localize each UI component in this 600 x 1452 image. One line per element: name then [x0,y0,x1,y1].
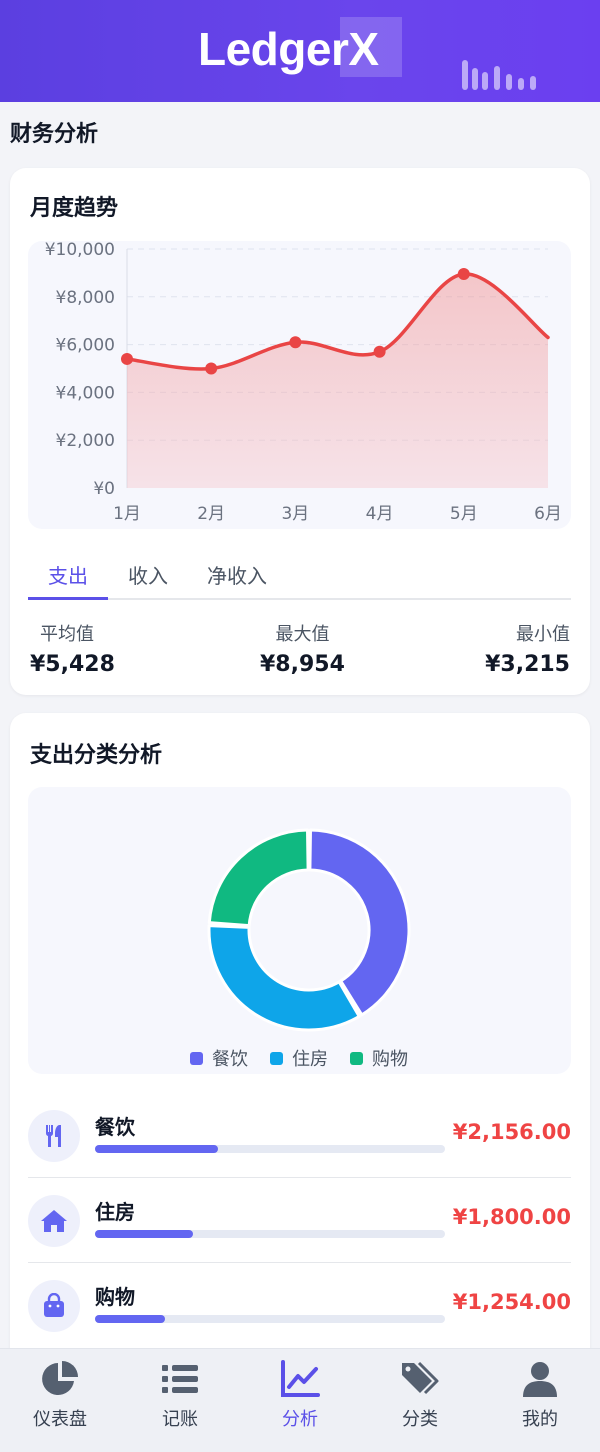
legend-label: 餐饮 [212,1049,248,1070]
category-progress-fill [95,1145,218,1153]
home-icon [28,1195,80,1247]
list-icon [162,1365,198,1393]
x-tick-label: 6月 [534,504,562,524]
nav-item-categories[interactable]: 分类 [360,1349,480,1452]
legend-item-shopping: 购物 [350,1045,408,1071]
category-row-shopping[interactable]: 购物 ¥1,254.00 [28,1263,571,1348]
y-tick-label: ¥2,000 [56,431,115,451]
legend-swatch [350,1051,363,1065]
line-chart-icon [281,1360,320,1397]
stat-min-value: ¥3,215 [485,652,570,677]
donut-slice-housing [207,924,361,1032]
y-tick-label: ¥8,000 [56,288,115,308]
trend-title: 月度趋势 [30,196,119,221]
stat-average: 平均值 ¥5,428 [30,620,115,677]
category-donut-chart: 餐饮 住房 购物 [28,787,571,1074]
shopping-bag-icon [28,1280,80,1332]
pie-chart-icon [42,1361,78,1395]
y-tick-label: ¥0 [93,479,115,499]
legend-label: 购物 [372,1049,408,1070]
nav-label: 记账 [162,1409,198,1430]
donut-slice-shopping [207,828,310,928]
app-logo: LedgerX [198,23,379,75]
nav-label: 分类 [402,1409,438,1430]
nav-item-profile[interactable]: 我的 [480,1349,600,1452]
donut-legend: 餐饮 住房 购物 [28,1045,571,1071]
trend-chart-svg: ¥0 ¥2,000 ¥4,000 ¥6,000 ¥8,000 ¥10,000 1月 2月 3月 4… [45,241,562,524]
x-tick-label: 5月 [450,504,478,524]
y-tick-label: ¥4,000 [56,383,115,403]
x-tick-label: 1月 [113,504,141,524]
stat-max-label: 最大值 [275,624,330,645]
logo-bars-icon [460,56,540,90]
trend-point [121,352,133,365]
tags-icon [402,1361,439,1395]
category-name: 购物 [95,1285,135,1309]
category-analysis-card: 支出分类分析 餐饮 住房 购物 餐饮 ¥2,156.00 住房 ¥1,800.0… [10,713,590,1393]
nav-item-analysis[interactable]: 分析 [240,1349,360,1452]
trend-point [457,267,470,280]
stat-max-value: ¥8,954 [260,652,345,677]
category-name: 住房 [95,1200,135,1224]
legend-swatch [190,1051,203,1065]
nav-item-records[interactable]: 记账 [120,1349,240,1452]
user-icon [523,1362,557,1397]
tab-net-income[interactable]: 净收入 [207,560,267,589]
nav-label: 仪表盘 [33,1409,87,1430]
category-progress-track [95,1145,445,1153]
category-progress-fill [95,1230,193,1238]
x-tick-label: 2月 [197,504,225,524]
stat-average-value: ¥5,428 [30,652,115,677]
category-name: 餐饮 [95,1115,135,1139]
category-amount: ¥2,156.00 [452,1120,571,1144]
category-progress-track [95,1315,445,1323]
stat-average-label: 平均值 [40,624,94,645]
trend-chart: ¥0 ¥2,000 ¥4,000 ¥6,000 ¥8,000 ¥10,000 1月 2月 3月 4… [28,241,571,529]
legend-label: 住房 [292,1049,328,1070]
x-tick-label: 4月 [366,504,394,524]
category-title: 支出分类分析 [30,743,163,768]
category-amount: ¥1,800.00 [452,1205,571,1229]
y-tick-label: ¥10,000 [45,241,115,260]
trend-point [205,362,218,375]
tab-income[interactable]: 收入 [128,560,168,589]
stat-max: 最大值 ¥8,954 [260,620,345,677]
tab-expense[interactable]: 支出 [48,560,88,589]
trend-point [289,336,302,349]
category-progress-fill [95,1315,165,1323]
nav-label: 分析 [282,1409,318,1430]
trend-area-fill [127,273,548,488]
stat-min: 最小值 ¥3,215 [485,620,570,677]
app-header: LedgerX [0,0,600,102]
active-tab-indicator [28,597,108,600]
utensils-icon [28,1110,80,1162]
page-title: 财务分析 [10,122,99,147]
legend-item-housing: 住房 [270,1045,328,1071]
category-amount: ¥1,254.00 [452,1290,571,1314]
stat-min-label: 最小值 [516,624,570,645]
nav-label: 我的 [522,1409,558,1430]
category-progress-track [95,1230,445,1238]
legend-item-food: 餐饮 [190,1045,248,1071]
trend-point [373,345,386,358]
category-row-housing[interactable]: 住房 ¥1,800.00 [28,1178,571,1263]
trend-tabs: 支出 收入 净收入 [28,556,571,600]
y-tick-label: ¥6,000 [56,336,115,356]
x-tick-label: 3月 [281,504,309,524]
nav-item-dashboard[interactable]: 仪表盘 [0,1349,120,1452]
monthly-trend-card: 月度趋势 ¥0 ¥2,000 ¥4,000 ¥6,000 ¥8,000 ¥10,000 1月… [10,168,590,695]
category-row-food[interactable]: 餐饮 ¥2,156.00 [28,1093,571,1178]
bottom-navigation: 仪表盘 记账 分析 分类 我的 [0,1348,600,1452]
legend-swatch [270,1051,283,1065]
donut-chart-svg [207,828,411,1032]
